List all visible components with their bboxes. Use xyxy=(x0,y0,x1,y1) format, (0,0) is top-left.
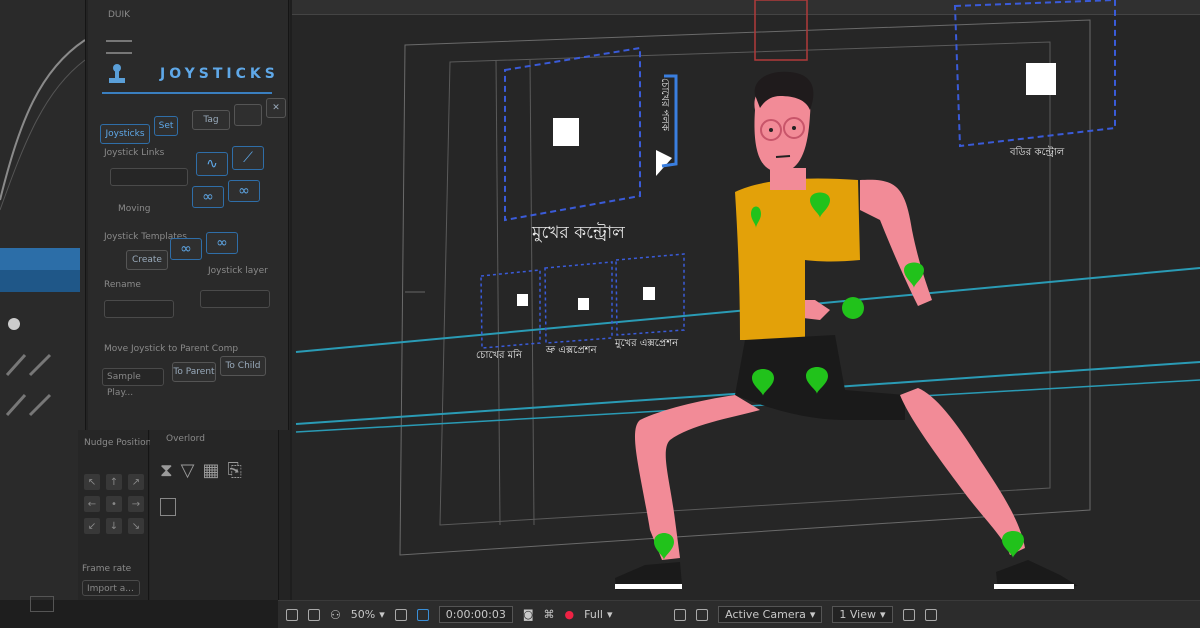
face-control-label: মুখের কন্ট্রোল xyxy=(532,223,625,243)
face-control-handle xyxy=(553,118,579,146)
right-shoe-sole xyxy=(994,584,1074,589)
chevron-down-icon: ▾ xyxy=(880,608,886,621)
right-eye xyxy=(792,126,796,130)
region-of-interest-icon[interactable] xyxy=(674,608,687,621)
body-control-handle xyxy=(1026,63,1056,95)
monitor-icon[interactable] xyxy=(308,608,320,621)
eye-pupil-label: চোখের মনি xyxy=(476,350,523,361)
left-shoe-sole xyxy=(615,584,682,589)
camera-select[interactable]: Active Camera ▾ xyxy=(718,606,823,623)
always-preview-icon[interactable] xyxy=(286,608,298,621)
show-snapshot-icon[interactable]: ⌘ xyxy=(544,608,555,621)
transparency-grid-icon[interactable] xyxy=(696,608,709,621)
exposure-icon[interactable] xyxy=(924,608,937,621)
brow-expression-handle xyxy=(578,298,589,310)
foot-pin xyxy=(1002,531,1024,558)
reset-exposure-icon[interactable] xyxy=(902,608,915,621)
resolution-select[interactable]: Full ▾ xyxy=(584,608,664,621)
mouth xyxy=(775,155,791,158)
eyelid-arrow-icon xyxy=(656,150,672,176)
zoom-select[interactable]: 50% ▾ xyxy=(351,608,385,621)
chevron-down-icon: ▾ xyxy=(809,608,816,621)
eye-pupil-box xyxy=(480,269,541,349)
guide-line xyxy=(529,59,535,526)
vr-icon[interactable]: ⚇ xyxy=(330,608,341,622)
chevron-down-icon: ▾ xyxy=(606,608,613,621)
body-control-label: বডির কন্ট্রোল xyxy=(1010,147,1065,158)
right-leg xyxy=(900,388,1025,555)
eyelid-label: চোখের পলক xyxy=(659,78,670,131)
camera-snapshot-icon[interactable]: ◙ xyxy=(523,608,534,621)
chevron-down-icon: ▾ xyxy=(379,608,385,621)
shirt xyxy=(735,178,860,340)
mouth-expression-handle xyxy=(643,287,655,300)
mask-toggle-icon[interactable] xyxy=(416,608,429,621)
view-layout-select[interactable]: 1 View ▾ xyxy=(832,606,893,623)
eye-pupil-handle xyxy=(517,294,528,306)
viewer-bottom-bar: ⚇ 50% ▾ 0:00:00:03 ◙ ⌘ ● Full ▾ Active Cam… xyxy=(278,600,1200,628)
brow-expression-label: ভ্রু এক্সপ্রেশন xyxy=(546,345,597,356)
mouth-expression-label: মুখের এক্সপ্রেশন xyxy=(615,338,679,349)
character[interactable] xyxy=(615,71,1078,590)
hand-controller-pin xyxy=(842,297,864,319)
color-channels-icon[interactable]: ● xyxy=(565,608,575,621)
viewer-canvas xyxy=(295,0,1200,590)
timecode-field[interactable]: 0:00:00:03 xyxy=(438,606,513,623)
grid-toggle-icon[interactable] xyxy=(394,608,407,621)
right-arm xyxy=(860,179,932,306)
guide-line xyxy=(495,59,501,526)
left-eye xyxy=(769,128,773,132)
